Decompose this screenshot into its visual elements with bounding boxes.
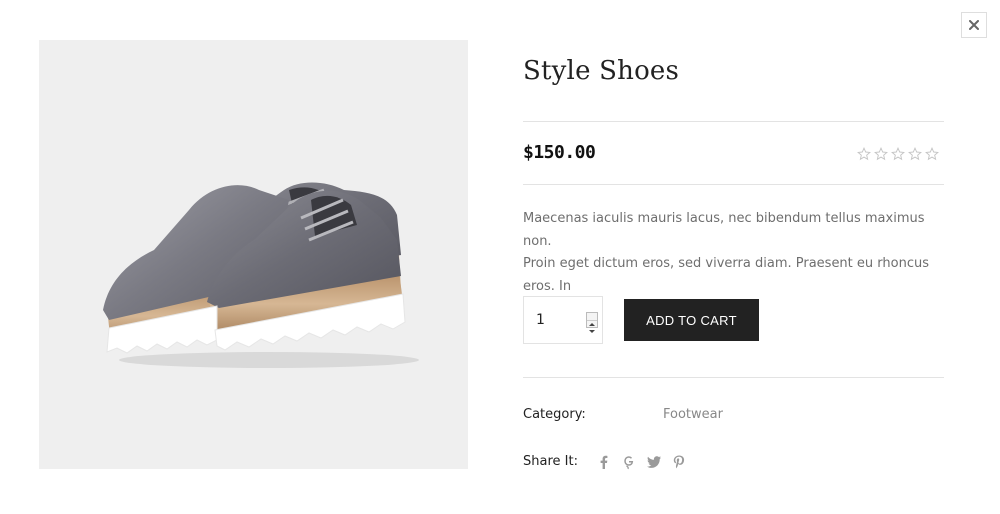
- close-button[interactable]: [961, 12, 987, 38]
- star-icon[interactable]: [908, 146, 922, 161]
- product-image: [39, 40, 468, 469]
- quantity-stepper[interactable]: [523, 296, 603, 344]
- pinterest-icon[interactable]: [671, 454, 687, 470]
- category-label: Category:: [523, 407, 586, 422]
- google-plus-icon[interactable]: [621, 454, 637, 470]
- divider: [523, 184, 944, 185]
- rating-stars[interactable]: [857, 146, 939, 161]
- divider: [523, 121, 944, 122]
- quantity-input[interactable]: [536, 309, 576, 331]
- shoe-illustration: [103, 182, 419, 368]
- star-icon[interactable]: [925, 146, 939, 161]
- star-icon[interactable]: [874, 146, 888, 161]
- category-link[interactable]: Footwear: [663, 407, 723, 422]
- product-title: Style Shoes: [523, 56, 680, 86]
- divider: [523, 377, 944, 378]
- quantity-spinner[interactable]: [586, 312, 598, 333]
- twitter-icon[interactable]: [646, 454, 662, 470]
- close-icon: [969, 20, 979, 30]
- star-icon[interactable]: [857, 146, 871, 161]
- product-price: $150.00: [523, 142, 596, 163]
- product-description: Maecenas iaculis mauris lacus, nec biben…: [523, 211, 929, 294]
- add-to-cart-button[interactable]: ADD TO CART: [624, 299, 759, 341]
- quantity-decrease-button[interactable]: [587, 320, 597, 333]
- arrow-down-icon: [589, 330, 595, 333]
- share-label: Share It:: [523, 454, 578, 469]
- star-icon[interactable]: [891, 146, 905, 161]
- facebook-icon[interactable]: [596, 454, 612, 470]
- share-links: [596, 454, 687, 470]
